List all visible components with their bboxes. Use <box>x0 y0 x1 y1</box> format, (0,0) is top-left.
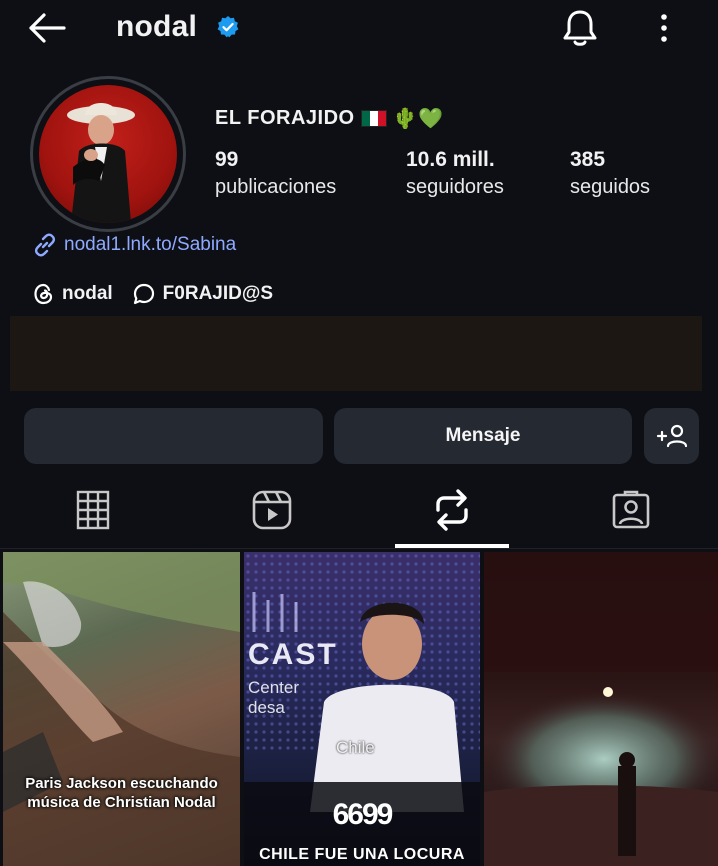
tab-grid[interactable] <box>33 478 153 542</box>
arrow-left-icon <box>29 13 66 43</box>
tabs-divider <box>0 548 718 549</box>
threads-badge-label: nodal <box>62 283 113 304</box>
threads-icon <box>34 283 53 305</box>
link-icon <box>34 233 56 257</box>
post-2-overlay-center: Center <box>248 678 300 697</box>
stat-following-label: seguidos <box>570 176 651 198</box>
post-2-overlay-desa: desa <box>248 698 285 717</box>
display-name-text: EL FORAJIDO <box>215 107 355 129</box>
suggest-people-button[interactable] <box>644 408 699 464</box>
stat-followers-label: seguidores <box>406 176 504 198</box>
reels-icon <box>252 490 292 530</box>
avatar <box>39 85 177 223</box>
stat-following[interactable]: 385 seguidos <box>570 148 650 199</box>
profile-link[interactable]: nodal1.lnk.to/Sabina <box>32 232 236 258</box>
channel-badge[interactable]: F0RAJID@S <box>131 282 273 306</box>
post-2-overlay-chile: Chile <box>336 738 375 757</box>
post-2-quote-mark: 6699 <box>332 798 394 831</box>
tab-reposts[interactable] <box>392 478 512 542</box>
post-tile-3[interactable] <box>484 552 718 866</box>
channel-icon <box>133 283 154 305</box>
stat-posts-value: 99 <box>215 148 239 171</box>
grid-icon <box>76 490 110 530</box>
channel-badge-label: F0RAJID@S <box>162 283 274 304</box>
post-2-overlay-cast: CAST <box>248 638 338 671</box>
stat-followers-value: 10.6 mill. <box>406 148 495 171</box>
post-1-caption: Paris Jackson escuchando música de Chris… <box>25 775 218 811</box>
tab-tagged[interactable] <box>571 478 691 542</box>
repost-icon <box>436 489 468 531</box>
verified-badge-icon <box>217 16 239 38</box>
tab-reels[interactable] <box>212 478 332 542</box>
notifications-button[interactable] <box>556 6 604 50</box>
highlight-panel <box>10 316 702 391</box>
profile-display-name: EL FORAJIDO 🌵💚 <box>215 106 443 131</box>
mexico-flag-icon <box>360 110 387 127</box>
follow-button[interactable] <box>24 408 323 464</box>
stat-followers[interactable]: 10.6 mill. seguidores <box>406 148 504 199</box>
bell-icon <box>563 10 597 46</box>
more-options-button[interactable] <box>650 8 678 48</box>
profile-link-text: nodal1.lnk.to/Sabina <box>64 234 237 255</box>
posts-grid: Paris Jackson escuchando música de Chris… <box>0 552 718 866</box>
back-button[interactable] <box>22 8 70 48</box>
add-person-icon <box>656 424 687 448</box>
avatar-ring[interactable] <box>30 76 186 232</box>
profile-tabs <box>0 478 718 550</box>
threads-badge[interactable]: nodal <box>32 282 113 306</box>
stat-posts[interactable]: 99 publicaciones <box>215 148 336 199</box>
profile-header: nodal <box>0 0 718 56</box>
stat-following-value: 385 <box>570 148 606 171</box>
header-username: nodal <box>116 10 197 43</box>
tagged-icon <box>612 490 650 529</box>
active-tab-indicator <box>395 544 509 548</box>
message-button[interactable]: Mensaje <box>334 408 632 464</box>
display-name-emojis: 🌵💚 <box>392 108 444 130</box>
post-tile-1[interactable]: Paris Jackson escuchando música de Chris… <box>3 552 240 866</box>
post-tile-2[interactable]: CAST Center desa Chile 6699 CHILE FUE UN… <box>244 552 480 866</box>
stat-posts-label: publicaciones <box>215 176 337 198</box>
post-2-caption: CHILE FUE UNA LOCURA <box>259 846 465 863</box>
profile-badges: nodal F0RAJID@S <box>32 282 273 306</box>
more-vertical-icon <box>661 14 667 42</box>
